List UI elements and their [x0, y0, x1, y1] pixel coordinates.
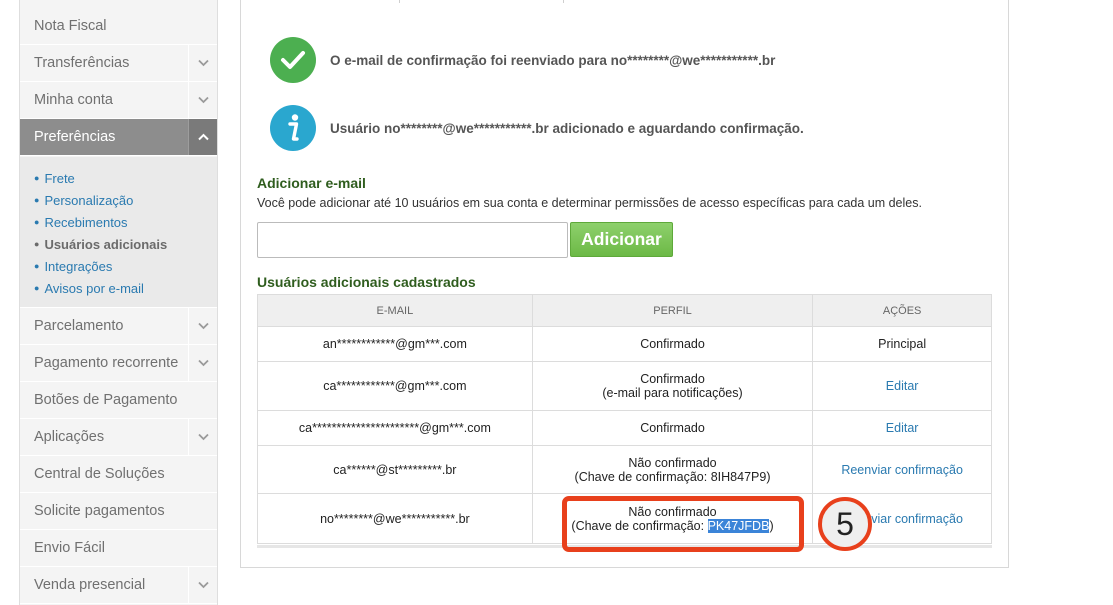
sidebar-item-label: Central de Soluções: [34, 466, 165, 482]
step-number-badge: 5: [818, 497, 872, 551]
key-suffix: ): [766, 469, 771, 484]
chevron-down-icon[interactable]: [188, 567, 217, 603]
sidebar-item-label: Solicite pagamentos: [34, 503, 165, 519]
cell-email: no********@we***********.br: [257, 493, 533, 544]
sidebar-item-label: Preferências: [34, 129, 116, 145]
divider: [399, 0, 400, 3]
submenu-item-label: Usuários adicionais: [44, 237, 168, 252]
sidebar-item-envio-facil[interactable]: Envio Fácil: [20, 530, 217, 567]
sidebar-item-botoes-pagamento[interactable]: Botões de Pagamento: [20, 382, 217, 419]
bullet-icon: ●: [34, 217, 40, 227]
sidebar-item-minha-conta[interactable]: Minha conta: [20, 82, 217, 119]
chevron-down-icon[interactable]: [188, 419, 217, 455]
edit-link[interactable]: Editar: [812, 410, 992, 446]
add-email-button[interactable]: Adicionar: [570, 222, 673, 257]
bullet-icon: ●: [34, 239, 40, 249]
check-icon: [270, 37, 316, 83]
perfil-note: (e-mail para notificações): [602, 386, 743, 400]
sidebar-item-venda-presencial[interactable]: Venda presencial: [20, 567, 217, 604]
info-icon: [270, 105, 316, 151]
submenu-item-integracoes[interactable]: ● Integrações: [20, 255, 217, 277]
table-header-row: E-MAIL PERFIL AÇÕES: [257, 294, 992, 327]
column-header-perfil: PERFIL: [531, 294, 814, 327]
chevron-down-icon[interactable]: [188, 45, 217, 81]
sidebar-nav: Nota Fiscal Transferências Minha conta P…: [19, 0, 218, 605]
bullet-icon: ●: [34, 261, 40, 271]
table-row: ca******@st*********.br Não confirmado (…: [257, 445, 992, 494]
sidebar-item-label: Botões de Pagamento: [34, 392, 178, 408]
column-header-email: E-MAIL: [257, 294, 533, 327]
add-email-description: Você pode adicionar até 10 usuários em s…: [257, 196, 922, 210]
submenu-item-recebimentos[interactable]: ● Recebimentos: [20, 211, 217, 233]
sidebar-item-label: Aplicações: [34, 429, 105, 445]
preferencias-submenu: ● Frete ● Personalização ● Recebimentos ● Us…: [20, 157, 217, 308]
submenu-item-usuarios-adicionais[interactable]: ● Usuários adicionais: [20, 233, 217, 255]
email-input[interactable]: [257, 222, 568, 258]
sidebar-item-pagamento-recorrente[interactable]: Pagamento recorrente: [20, 345, 217, 382]
sidebar-item-label: Envio Fácil: [34, 540, 105, 556]
cell-perfil: Confirmado: [531, 410, 814, 446]
info-message-text: Usuário no********@we***********.br adic…: [330, 120, 804, 136]
submenu-item-label: Recebimentos: [44, 215, 128, 230]
table-row: ca**********************@gm***.com Confi…: [257, 410, 992, 446]
perfil-status: Confirmado: [640, 372, 705, 386]
column-header-acoes: AÇÕES: [812, 294, 992, 327]
submenu-item-label: Avisos por e-mail: [44, 281, 144, 296]
main-panel: O e-mail de confirmação foi reenviado pa…: [240, 0, 1009, 568]
perfil-note: (Chave de confirmação: 8IH847P9): [533, 470, 812, 484]
cell-perfil: Confirmado (e-mail para notificações): [531, 361, 814, 411]
success-message: O e-mail de confirmação foi reenviado pa…: [270, 37, 775, 83]
sidebar-item-central-solucoes[interactable]: Central de Soluções: [20, 456, 217, 493]
cell-perfil: Não confirmado (Chave de confirmação: 8I…: [531, 445, 814, 494]
page-root: Nota Fiscal Transferências Minha conta P…: [0, 0, 1113, 605]
submenu-item-frete[interactable]: ● Frete: [20, 167, 217, 189]
chevron-down-icon[interactable]: [188, 345, 217, 381]
success-message-text: O e-mail de confirmação foi reenviado pa…: [330, 52, 776, 68]
submenu-item-personalizacao[interactable]: ● Personalização: [20, 189, 217, 211]
perfil-status: Não confirmado: [628, 455, 717, 470]
sidebar-item-label: Minha conta: [34, 92, 113, 108]
confirmation-key: 8IH847P9: [710, 469, 767, 484]
cell-email: ca******@st*********.br: [257, 445, 533, 494]
cell-acao: Principal: [812, 326, 992, 362]
sidebar-item-preferencias[interactable]: Preferências: [20, 119, 217, 156]
sidebar-item-transferencias[interactable]: Transferências: [20, 45, 217, 82]
sidebar-item-label: Venda presencial: [34, 577, 146, 593]
divider: [563, 0, 564, 3]
submenu-item-label: Frete: [44, 171, 75, 186]
submenu-item-avisos-email[interactable]: ● Avisos por e-mail: [20, 277, 217, 299]
key-label: (Chave de confirmação:: [574, 469, 711, 484]
cell-email: an************@gm***.com: [257, 326, 533, 362]
cell-email: ca************@gm***.com: [257, 361, 533, 411]
sidebar-item-aplicacoes[interactable]: Aplicações: [20, 419, 217, 456]
sidebar-item-label: Parcelamento: [34, 318, 124, 334]
resend-confirmation-link[interactable]: Reenviar confirmação: [812, 445, 992, 494]
sidebar-item-solicite-pagamentos[interactable]: Solicite pagamentos: [20, 493, 217, 530]
info-message: Usuário no********@we***********.br adic…: [270, 105, 804, 151]
chevron-down-icon[interactable]: [188, 308, 217, 344]
sidebar-item-label: Nota Fiscal: [34, 18, 107, 34]
users-table-title: Usuários adicionais cadastrados: [257, 274, 476, 290]
table-row: ca************@gm***.com Confirmado (e-m…: [257, 361, 992, 411]
table-row: an************@gm***.com Confirmado Prin…: [257, 326, 992, 362]
sidebar-item-label: Transferências: [34, 55, 130, 71]
chevron-down-icon[interactable]: [188, 82, 217, 118]
sidebar-item-label: Pagamento recorrente: [34, 355, 179, 371]
bullet-icon: ●: [34, 173, 40, 183]
edit-link[interactable]: Editar: [812, 361, 992, 411]
bullet-icon: ●: [34, 195, 40, 205]
chevron-up-icon[interactable]: [188, 119, 217, 155]
cell-email: ca**********************@gm***.com: [257, 410, 533, 446]
submenu-item-label: Integrações: [44, 259, 113, 274]
sidebar-item-nota-fiscal[interactable]: Nota Fiscal: [20, 8, 217, 45]
bullet-icon: ●: [34, 283, 40, 293]
add-email-title: Adicionar e-mail: [257, 175, 366, 191]
sidebar-item-parcelamento[interactable]: Parcelamento: [20, 308, 217, 345]
cell-perfil: Confirmado: [531, 326, 814, 362]
submenu-item-label: Personalização: [44, 193, 134, 208]
highlight-annotation-box: [562, 496, 804, 552]
